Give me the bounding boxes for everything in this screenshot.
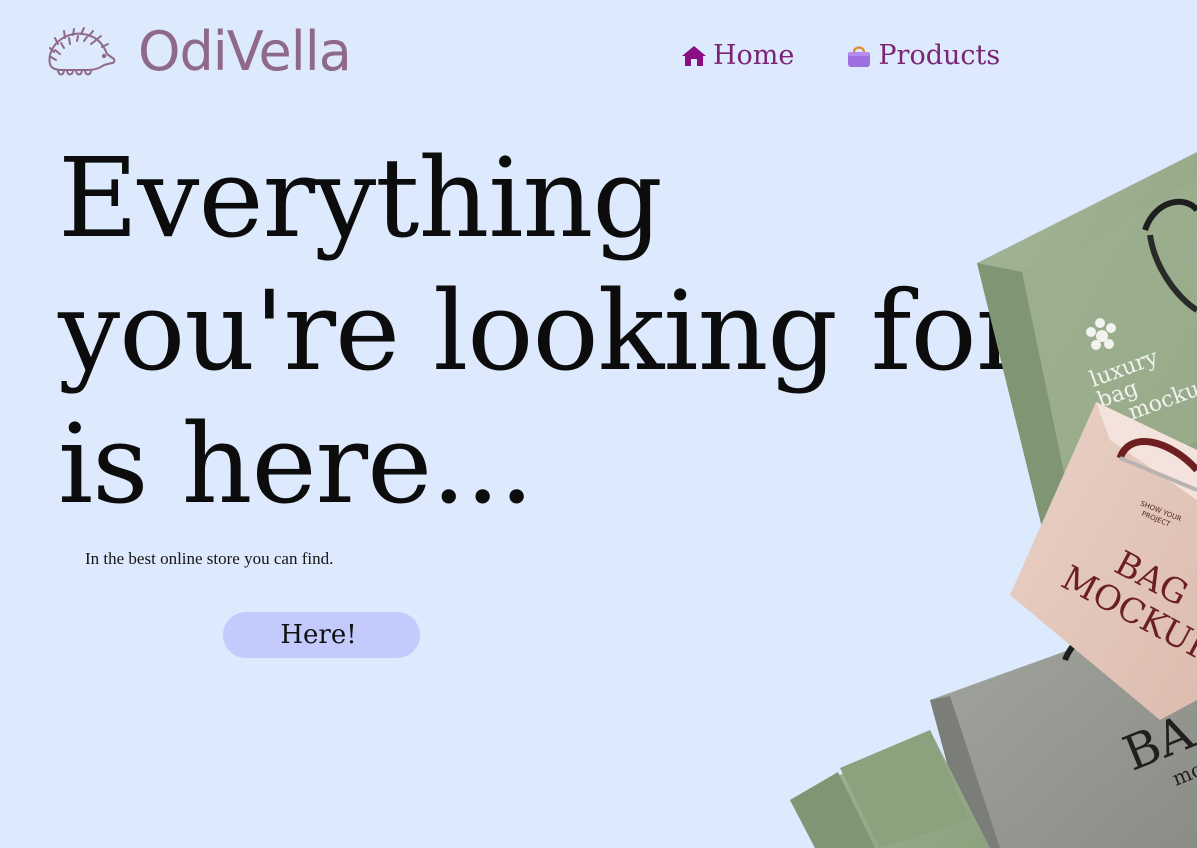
brand-logo[interactable]: OdiVella: [44, 20, 352, 83]
top-nav: Home Products: [681, 40, 1000, 71]
landing-page: OdiVella Home Products Everything you're…: [0, 0, 1197, 848]
hero-subtitle: In the best online store you can find.: [85, 549, 334, 568]
shopping-bag-icon: [848, 45, 871, 67]
shopping-bags-image: luxury bag mockup BA moc SHOW YOUR PROJE…: [790, 152, 1197, 848]
hedgehog-icon: [48, 27, 116, 76]
nav-item-label: Home: [713, 40, 795, 71]
nav-item-products[interactable]: Products: [846, 40, 1000, 71]
cta-button[interactable]: Here!: [223, 612, 420, 658]
nav-item-label: Products: [878, 40, 1001, 71]
nav-item-home[interactable]: Home: [681, 40, 794, 71]
home-icon: [682, 45, 706, 66]
brand-name: OdiVella: [138, 20, 352, 83]
